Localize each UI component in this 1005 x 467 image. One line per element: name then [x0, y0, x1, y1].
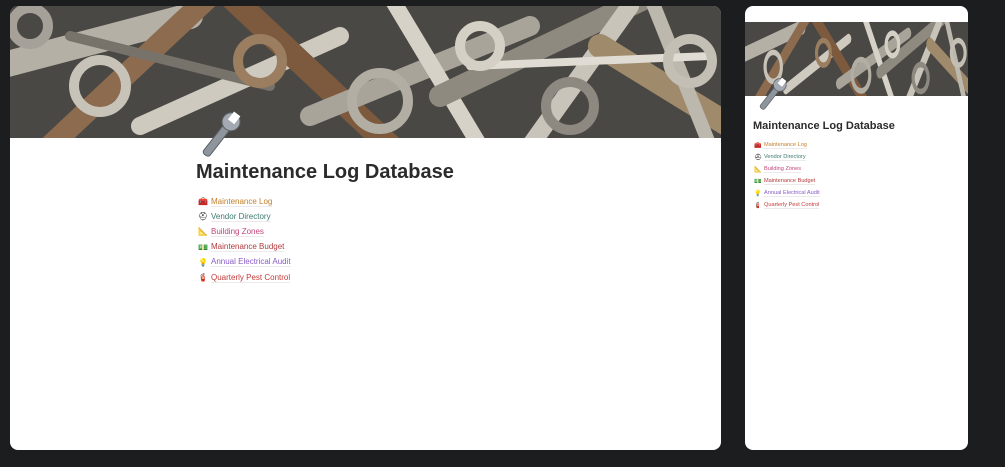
page-link-label[interactable]: Maintenance Budget: [211, 242, 285, 253]
page-link-quarterly-pest-control[interactable]: 🧯 Quarterly Pest Control: [198, 270, 291, 285]
page-link-label[interactable]: Annual Electrical Audit: [764, 190, 820, 197]
toolbox-icon: 🧰: [754, 143, 762, 150]
page-link-label[interactable]: Maintenance Log: [211, 197, 273, 207]
wrench-icon[interactable]: [755, 76, 789, 114]
money-icon: 💵: [754, 179, 762, 186]
lightbulb-icon: 💡: [754, 191, 762, 197]
lightbulb-icon: 💡: [198, 257, 208, 267]
floor-plan-icon: 📐: [198, 227, 208, 237]
page-link-label[interactable]: Maintenance Budget: [764, 178, 816, 186]
page-link-maintenance-log[interactable]: 🧰 Maintenance Log: [198, 194, 291, 209]
page-card-preview: Maintenance Log Database 🧰 Maintenance L…: [745, 6, 968, 450]
page-link-list: 🧰 Maintenance Log ⛑ Vendor Directory 📐 B…: [754, 140, 820, 211]
page-link-quarterly-pest-control[interactable]: 🧯 Quarterly Pest Control: [754, 199, 820, 211]
hard-hat-icon: ⛑: [197, 212, 209, 222]
page-card-main: Maintenance Log Database 🧰 Maintenance L…: [10, 6, 721, 450]
page-link-label[interactable]: Vendor Directory: [764, 154, 806, 162]
money-icon: 💵: [198, 242, 208, 252]
floor-plan-icon: 📐: [754, 167, 762, 174]
page-link-label[interactable]: Building Zones: [764, 166, 802, 174]
page-link-label[interactable]: Quarterly Pest Control: [211, 273, 291, 283]
wrenches-cover-art: [10, 6, 721, 138]
page-link-label[interactable]: Building Zones: [211, 227, 264, 237]
hard-hat-icon: ⛑: [754, 155, 762, 162]
page-link-annual-electrical-audit[interactable]: 💡 Annual Electrical Audit: [198, 255, 291, 270]
wrench-icon[interactable]: [196, 110, 244, 162]
fire-extinguisher-icon: 🧯: [754, 202, 762, 209]
page-title: Maintenance Log Database: [753, 120, 895, 132]
cover-image-wrenches[interactable]: [10, 6, 721, 138]
page-link-label[interactable]: Annual Electrical Audit: [211, 257, 291, 268]
page-link-maintenance-log[interactable]: 🧰 Maintenance Log: [754, 140, 820, 152]
page-link-label[interactable]: Quarterly Pest Control: [764, 202, 820, 209]
page-link-maintenance-budget[interactable]: 💵 Maintenance Budget: [754, 176, 820, 188]
page-link-label[interactable]: Vendor Directory: [211, 212, 271, 222]
page-link-list: 🧰 Maintenance Log ⛑ Vendor Directory 📐 B…: [198, 194, 291, 285]
toolbox-icon: 🧰: [198, 197, 208, 207]
page-link-label[interactable]: Maintenance Log: [764, 142, 807, 150]
page-link-annual-electrical-audit[interactable]: 💡 Annual Electrical Audit: [754, 188, 820, 200]
page-title: Maintenance Log Database: [196, 161, 454, 183]
page-link-building-zones[interactable]: 📐 Building Zones: [754, 164, 820, 176]
page-link-vendor-directory[interactable]: ⛑ Vendor Directory: [754, 152, 820, 164]
page-link-building-zones[interactable]: 📐 Building Zones: [198, 224, 291, 239]
page-link-maintenance-budget[interactable]: 💵 Maintenance Budget: [198, 240, 291, 255]
page-link-vendor-directory[interactable]: ⛑ Vendor Directory: [198, 209, 291, 224]
fire-extinguisher-icon: 🧯: [198, 273, 208, 283]
